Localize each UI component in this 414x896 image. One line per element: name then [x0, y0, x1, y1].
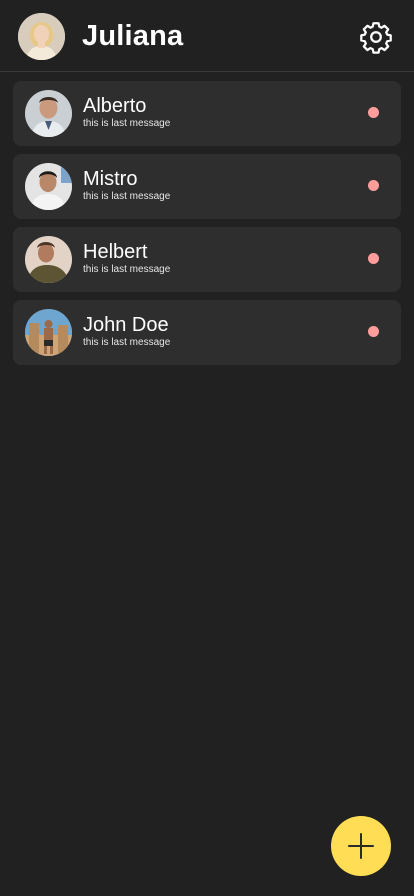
contact-name: Alberto — [83, 95, 147, 117]
app-screen: Juliana Alberto this is last message Mis… — [0, 0, 414, 896]
contact-avatar — [25, 309, 72, 356]
page-title: Juliana — [82, 20, 184, 52]
unread-indicator — [368, 180, 379, 191]
settings-button[interactable] — [358, 19, 394, 55]
last-message: this is last message — [83, 191, 171, 202]
unread-indicator — [368, 326, 379, 337]
conversation-item[interactable]: Helbert this is last message — [13, 227, 401, 292]
contact-avatar — [25, 90, 72, 137]
last-message: this is last message — [83, 118, 171, 129]
gear-icon — [360, 22, 392, 54]
conversation-item[interactable]: John Doe this is last message — [13, 300, 401, 365]
last-message: this is last message — [83, 264, 171, 275]
profile-avatar[interactable] — [18, 13, 65, 60]
contact-photo-icon — [25, 90, 72, 137]
user-avatar-icon — [18, 13, 65, 60]
plus-icon — [348, 833, 374, 859]
new-chat-button[interactable] — [331, 816, 391, 876]
last-message: this is last message — [83, 337, 171, 348]
contact-name: Mistro — [83, 168, 138, 190]
contact-avatar — [25, 163, 72, 210]
unread-indicator — [368, 253, 379, 264]
header-bar: Juliana — [0, 0, 414, 72]
contact-name: John Doe — [83, 314, 169, 336]
contact-photo-icon — [25, 163, 72, 210]
contact-photo-icon — [25, 309, 72, 356]
conversation-item[interactable]: Mistro this is last message — [13, 154, 401, 219]
contact-name: Helbert — [83, 241, 148, 263]
unread-indicator — [368, 107, 379, 118]
conversation-item[interactable]: Alberto this is last message — [13, 81, 401, 146]
conversation-list: Alberto this is last message Mistro this… — [13, 81, 401, 373]
contact-photo-icon — [25, 236, 72, 283]
contact-avatar — [25, 236, 72, 283]
